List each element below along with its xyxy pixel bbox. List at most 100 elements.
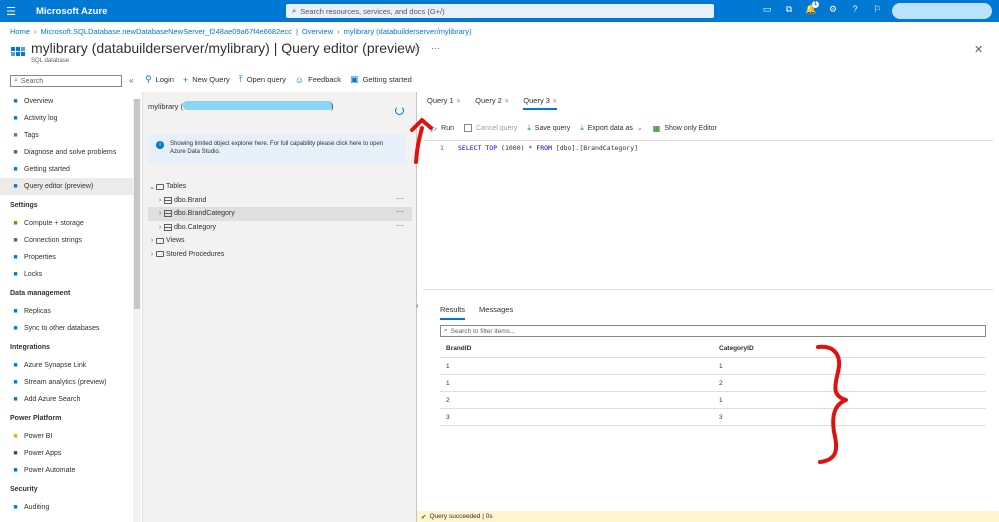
login-label: Login xyxy=(155,75,174,84)
breadcrumb-home[interactable]: Home xyxy=(10,27,30,36)
global-search-input[interactable]: ⌕ Search resources, services, and docs (… xyxy=(286,4,714,18)
close-tab-icon[interactable]: ✕ xyxy=(504,98,509,105)
chevron-right-icon[interactable]: › xyxy=(156,210,164,217)
chevron-down-icon[interactable]: ⌄ xyxy=(148,183,156,191)
page-subtitle: SQL database xyxy=(31,58,70,64)
tree-node-dbo-brandcategory[interactable]: › dbo.BrandCategory ··· xyxy=(148,207,412,221)
menu-item-overview[interactable]: ■ Overview xyxy=(0,93,133,110)
chevron-right-icon[interactable]: › xyxy=(148,237,156,244)
tab-messages[interactable]: Messages xyxy=(479,305,513,320)
collapse-menu-icon[interactable]: « xyxy=(129,76,133,85)
menu-item-properties[interactable]: ■ Properties xyxy=(0,249,133,266)
close-tab-icon[interactable]: ✕ xyxy=(552,98,557,105)
success-check-icon: ✔ xyxy=(421,513,427,521)
tab-results[interactable]: Results xyxy=(440,305,466,320)
show-only-editor-button[interactable]: ▦ Show only Editor xyxy=(653,124,717,133)
chevron-right-icon[interactable]: › xyxy=(156,197,164,204)
more-actions-icon[interactable]: ··· xyxy=(396,194,404,203)
menu-item-sync-to-other-databases[interactable]: ■ Sync to other databases xyxy=(0,320,133,337)
table-row[interactable]: 12 xyxy=(440,375,986,392)
feedback-person-icon[interactable]: ⚐ xyxy=(866,4,888,15)
menu-item-connection-strings[interactable]: ■ Connection strings xyxy=(0,232,133,249)
menu-item-replicas[interactable]: ■ Replicas xyxy=(0,303,133,320)
help-icon[interactable]: ? xyxy=(844,4,866,15)
export-data-button[interactable]: ⤓ Export data as ⌄ xyxy=(580,123,643,133)
portal-brand[interactable]: Microsoft Azure xyxy=(36,6,107,17)
tab-query-3[interactable]: Query 3 ✕ xyxy=(523,96,558,110)
close-tab-icon[interactable]: ✕ xyxy=(456,98,461,105)
table-row[interactable]: 11 xyxy=(440,358,986,375)
notifications-icon[interactable]: 🔔 1 xyxy=(800,1,822,15)
menu-section-heading: Settings xyxy=(10,201,38,209)
tree-node-dbo-category[interactable]: › dbo.Category ··· xyxy=(148,221,412,235)
sql-code-line[interactable]: SELECT TOP (1000) * FROM [dbo].[BrandCat… xyxy=(458,144,638,152)
directory-filter-icon[interactable]: ⧉ xyxy=(778,4,800,15)
info-banner[interactable]: i Showing limited object explorer here. … xyxy=(148,134,406,164)
export-label: Export data as xyxy=(587,124,633,132)
getting-started-button[interactable]: ▣ Getting started xyxy=(350,74,412,85)
tab-query-2[interactable]: Query 2 ✕ xyxy=(475,96,509,110)
menu-item-power-automate[interactable]: ■ Power Automate xyxy=(0,462,133,479)
column-header-brandid[interactable]: BrandID xyxy=(440,345,719,352)
menu-item-tags[interactable]: ■ Tags xyxy=(0,127,133,144)
folder-icon xyxy=(156,251,164,258)
menu-item-power-bi[interactable]: ■ Power BI xyxy=(0,428,133,445)
chevron-right-icon[interactable]: › xyxy=(156,224,164,231)
query-tab-label: Query 2 xyxy=(475,96,502,105)
menu-scrollbar-thumb[interactable] xyxy=(134,99,140,309)
menu-item-label: Activity log xyxy=(24,115,58,122)
breadcrumb-overview[interactable]: Overview xyxy=(302,27,333,36)
hamburger-menu-icon[interactable]: ☰ xyxy=(0,5,22,18)
menu-item-locks[interactable]: ■ Locks xyxy=(0,266,133,283)
open-query-button[interactable]: ⤒ Open query xyxy=(239,74,286,85)
close-blade-icon[interactable]: ✕ xyxy=(974,43,983,56)
menu-search-input[interactable]: ⌕ Search xyxy=(10,75,122,87)
new-query-label: New Query xyxy=(192,75,230,84)
settings-gear-icon[interactable]: ⚙ xyxy=(822,4,844,15)
chevron-right-icon[interactable]: › xyxy=(148,251,156,258)
column-header-categoryid[interactable]: CategoryID xyxy=(719,345,754,352)
account-redacted[interactable] xyxy=(892,3,992,19)
properties-icon: ■ xyxy=(13,254,18,261)
menu-item-add-azure-search[interactable]: ■ Add Azure Search xyxy=(0,391,133,408)
favorite-star-icon[interactable]: ☆ xyxy=(413,43,421,53)
more-actions-icon[interactable]: ··· xyxy=(396,221,404,230)
save-query-button[interactable]: ⤓ Save query xyxy=(527,123,570,133)
table-row[interactable]: 33 xyxy=(440,409,986,426)
table-icon xyxy=(164,210,172,218)
menu-item-label: Power Apps xyxy=(24,450,62,457)
menu-item-getting-started[interactable]: ■ Getting started xyxy=(0,161,133,178)
results-filter-input[interactable]: ⌕ Search to filter items... xyxy=(440,325,986,337)
feedback-button[interactable]: ☺ Feedback xyxy=(295,75,341,85)
folder-icon xyxy=(156,237,164,244)
tag-icon: ■ xyxy=(13,132,18,139)
refresh-icon[interactable] xyxy=(395,106,404,115)
tab-query-1[interactable]: Query 1 ✕ xyxy=(427,96,461,110)
cloud-shell-icon[interactable]: ▭ xyxy=(756,4,778,15)
tree-node-views[interactable]: › Views xyxy=(148,234,412,248)
menu-scrollbar[interactable] xyxy=(133,99,141,522)
expand-results-icon[interactable]: ‹ xyxy=(416,301,419,310)
query-tabs: Query 1 ✕ Query 2 ✕ Query 3 ✕ xyxy=(427,96,571,110)
run-button[interactable]: ▷ Run xyxy=(431,124,454,133)
menu-item-query-editor-preview-[interactable]: ■ Query editor (preview) xyxy=(0,178,133,195)
menu-item-auditing[interactable]: ■ Auditing xyxy=(0,499,133,516)
breadcrumb-database[interactable]: mylibrary (databuilderserver/mylibrary) xyxy=(344,27,472,36)
menu-item-azure-synapse-link[interactable]: ■ Azure Synapse Link xyxy=(0,357,133,374)
new-query-button[interactable]: + New Query xyxy=(183,75,230,85)
sql-editor[interactable]: 1 SELECT TOP (1000) * FROM [dbo].[BrandC… xyxy=(423,140,993,290)
cancel-query-button[interactable]: Cancel query xyxy=(464,124,517,132)
menu-item-activity-log[interactable]: ■ Activity log xyxy=(0,110,133,127)
tree-node-stored-procedures[interactable]: › Stored Procedures xyxy=(148,248,412,262)
more-actions-icon[interactable]: ··· xyxy=(396,207,404,216)
more-options-icon[interactable]: ··· xyxy=(431,43,440,53)
menu-item-compute-storage[interactable]: ■ Compute + storage xyxy=(0,215,133,232)
login-button[interactable]: ⚲ Login xyxy=(145,74,174,85)
menu-item-diagnose-and-solve-problems[interactable]: ■ Diagnose and solve problems xyxy=(0,144,133,161)
menu-item-power-apps[interactable]: ■ Power Apps xyxy=(0,445,133,462)
breadcrumb-resource-group[interactable]: Microsoft.SQLDatabase.newDatabaseNewServ… xyxy=(41,27,292,36)
table-row[interactable]: 21 xyxy=(440,392,986,409)
tree-node-dbo-brand[interactable]: › dbo.Brand ··· xyxy=(148,194,412,208)
tree-node-tables[interactable]: ⌄ Tables xyxy=(148,180,412,194)
menu-item-stream-analytics-preview-[interactable]: ■ Stream analytics (preview) xyxy=(0,374,133,391)
